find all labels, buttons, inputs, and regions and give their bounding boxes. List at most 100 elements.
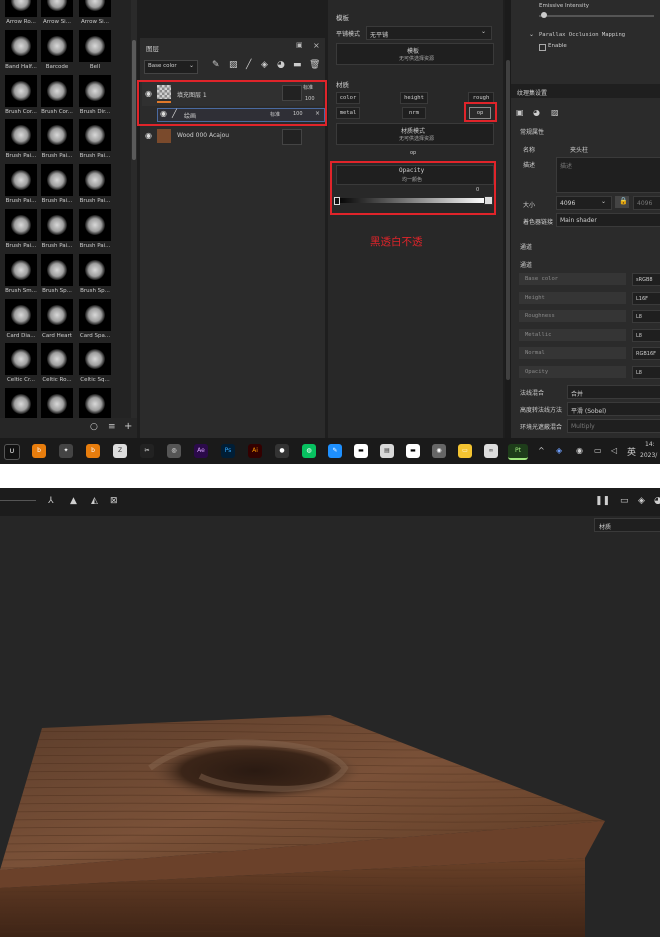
channel-format-select[interactable]: L8 bbox=[632, 310, 660, 323]
blender-icon[interactable]: b bbox=[86, 444, 100, 458]
eye-icon[interactable]: ◉ bbox=[145, 131, 152, 140]
channel-format-select[interactable]: sRGB8 bbox=[632, 273, 660, 286]
refresh-icon[interactable]: ○ bbox=[90, 422, 98, 432]
wechat-icon[interactable]: ◍ bbox=[302, 444, 316, 458]
app-icon[interactable]: ✦ bbox=[59, 444, 73, 458]
file-explorer-icon[interactable]: ▭ bbox=[458, 444, 472, 458]
chevron-down-icon[interactable]: ⌄ bbox=[529, 31, 534, 38]
size-select[interactable]: 4096 ⌄ bbox=[556, 196, 612, 210]
channel-row[interactable]: Height bbox=[519, 291, 626, 304]
add-folder-icon[interactable]: ▬ bbox=[293, 60, 302, 70]
ao-blend-select[interactable]: Multiply bbox=[567, 419, 660, 433]
capcut-icon[interactable]: ✂ bbox=[140, 444, 154, 458]
substance-painter-icon[interactable]: Pt bbox=[508, 444, 528, 460]
camera-icon[interactable]: ▭ bbox=[620, 496, 629, 506]
cube-icon[interactable]: ◈ bbox=[638, 496, 645, 506]
shelf-item-thumbnail[interactable] bbox=[41, 253, 73, 286]
channel-row[interactable]: Normal bbox=[519, 347, 626, 359]
shelf-item-thumbnail[interactable] bbox=[41, 164, 73, 197]
shelf-item-thumbnail[interactable] bbox=[5, 0, 37, 17]
viewport-material-select[interactable]: 材质 bbox=[594, 518, 660, 532]
zbrush-icon[interactable]: Z bbox=[113, 444, 127, 458]
render-icon[interactable]: ◕ bbox=[654, 496, 660, 506]
illustrator-icon[interactable]: Ai bbox=[248, 444, 262, 458]
properties-scroll-thumb[interactable] bbox=[506, 60, 510, 380]
shelf-item-thumbnail[interactable] bbox=[5, 343, 37, 376]
channel-toggle-height[interactable]: height bbox=[400, 92, 428, 104]
shelf-item-thumbnail[interactable] bbox=[79, 29, 111, 62]
app-icon[interactable]: ◎ bbox=[167, 444, 181, 458]
add-mask-icon[interactable]: ▨ bbox=[229, 60, 238, 70]
shelf-item-thumbnail[interactable] bbox=[79, 164, 111, 197]
axis-icon[interactable]: ⅄ bbox=[48, 496, 54, 506]
app-icon[interactable]: ▤ bbox=[380, 444, 394, 458]
lock-icon[interactable]: 🔒 bbox=[615, 196, 629, 208]
app-icon[interactable]: ▬ bbox=[354, 444, 368, 458]
after-effects-icon[interactable]: Ae bbox=[194, 444, 208, 458]
description-field[interactable]: 描述 bbox=[556, 157, 660, 193]
emissive-slider-handle[interactable] bbox=[541, 12, 547, 18]
chevron-up-icon[interactable]: ^ bbox=[538, 446, 545, 455]
shield-icon[interactable]: ◈ bbox=[556, 446, 562, 455]
channel-select[interactable]: Base color ⌄ bbox=[144, 60, 198, 74]
mirror-icon[interactable]: ◭ bbox=[91, 496, 98, 506]
app-icon[interactable]: ▬ bbox=[406, 444, 420, 458]
add-paint-layer-icon[interactable]: ╱ bbox=[246, 60, 251, 70]
shelf-item-thumbnail[interactable] bbox=[41, 298, 73, 331]
pause-icon[interactable]: ❚❚ bbox=[595, 496, 610, 506]
channel-toggle-metal[interactable]: metal bbox=[336, 107, 360, 119]
emissive-slider[interactable] bbox=[539, 15, 654, 17]
triangle-icon[interactable]: ▲ bbox=[70, 496, 77, 506]
texture-settings-icon[interactable]: ▣ bbox=[516, 108, 524, 117]
app-icon[interactable]: ∞ bbox=[484, 444, 498, 458]
material-mode-button[interactable]: 材质模式 无可供选择资源 bbox=[336, 123, 494, 145]
viewport-slider[interactable] bbox=[0, 500, 36, 501]
normal-blend-select[interactable]: 合并 bbox=[567, 385, 660, 399]
add-smart-material-icon[interactable]: ◕ bbox=[277, 60, 285, 70]
shelf-item-thumbnail[interactable] bbox=[5, 253, 37, 286]
symmetry-icon[interactable]: ⊠ bbox=[110, 496, 118, 506]
unreal-icon[interactable]: U bbox=[4, 444, 20, 460]
shelf-item-thumbnail[interactable] bbox=[79, 343, 111, 376]
shelf-item-thumbnail[interactable] bbox=[79, 209, 111, 241]
shelf-item-thumbnail[interactable] bbox=[5, 388, 37, 421]
clock-time[interactable]: 14: bbox=[645, 441, 655, 448]
shelf-item-thumbnail[interactable] bbox=[41, 209, 73, 241]
shelf-item-thumbnail[interactable] bbox=[79, 74, 111, 107]
app-icon[interactable]: ✎ bbox=[328, 444, 342, 458]
qq-icon[interactable]: ● bbox=[275, 444, 289, 458]
shelf-item-thumbnail[interactable] bbox=[5, 209, 37, 241]
shelf-item-thumbnail[interactable] bbox=[5, 298, 37, 331]
channel-row[interactable]: Metallic bbox=[519, 328, 626, 341]
add-icon[interactable]: + bbox=[124, 421, 132, 432]
size-select-2[interactable]: 4096 bbox=[633, 196, 660, 210]
shelf-item-thumbnail[interactable] bbox=[41, 388, 73, 421]
panel-dock-icon[interactable]: ▣ bbox=[296, 41, 303, 49]
blender-icon[interactable]: b bbox=[32, 444, 46, 458]
clock-date[interactable]: 2023/ bbox=[640, 452, 657, 459]
stencil-resource-button[interactable]: 模板 无可供选择资源 bbox=[336, 43, 494, 65]
add-fill-layer-icon[interactable]: ◈ bbox=[261, 60, 268, 70]
viewport-3d[interactable] bbox=[0, 488, 660, 937]
tiling-mode-select[interactable]: 无平铺 ⌄ bbox=[366, 26, 492, 40]
channel-row[interactable]: Opacity bbox=[519, 365, 626, 378]
network-icon[interactable]: ▭ bbox=[594, 446, 602, 455]
shelf-item-thumbnail[interactable] bbox=[5, 29, 37, 62]
enable-checkbox[interactable] bbox=[539, 44, 546, 51]
shelf-item-thumbnail[interactable] bbox=[41, 119, 73, 152]
shelf-item-thumbnail[interactable] bbox=[79, 0, 111, 17]
shelf-item-thumbnail[interactable] bbox=[41, 343, 73, 376]
shelf-scrollbar[interactable] bbox=[131, 0, 137, 418]
channel-format-select[interactable]: L8 bbox=[632, 328, 660, 342]
channel-toggle-nrm[interactable]: nrm bbox=[402, 107, 426, 119]
input-language[interactable]: 英 bbox=[627, 445, 636, 458]
channel-row[interactable]: Base color bbox=[519, 273, 626, 285]
app-icon[interactable]: ◉ bbox=[432, 444, 446, 458]
shelf-item-thumbnail[interactable] bbox=[79, 119, 111, 152]
shader-select[interactable]: Main shader bbox=[556, 213, 660, 227]
delete-layer-icon[interactable]: 🗑 bbox=[309, 60, 320, 70]
shelf-item-thumbnail[interactable] bbox=[79, 388, 111, 421]
layer-row[interactable]: ◉ Wood 000 Acajou bbox=[142, 126, 323, 148]
channel-format-select[interactable]: L8 bbox=[632, 365, 660, 379]
app-tray-icon[interactable]: ◉ bbox=[576, 446, 583, 455]
